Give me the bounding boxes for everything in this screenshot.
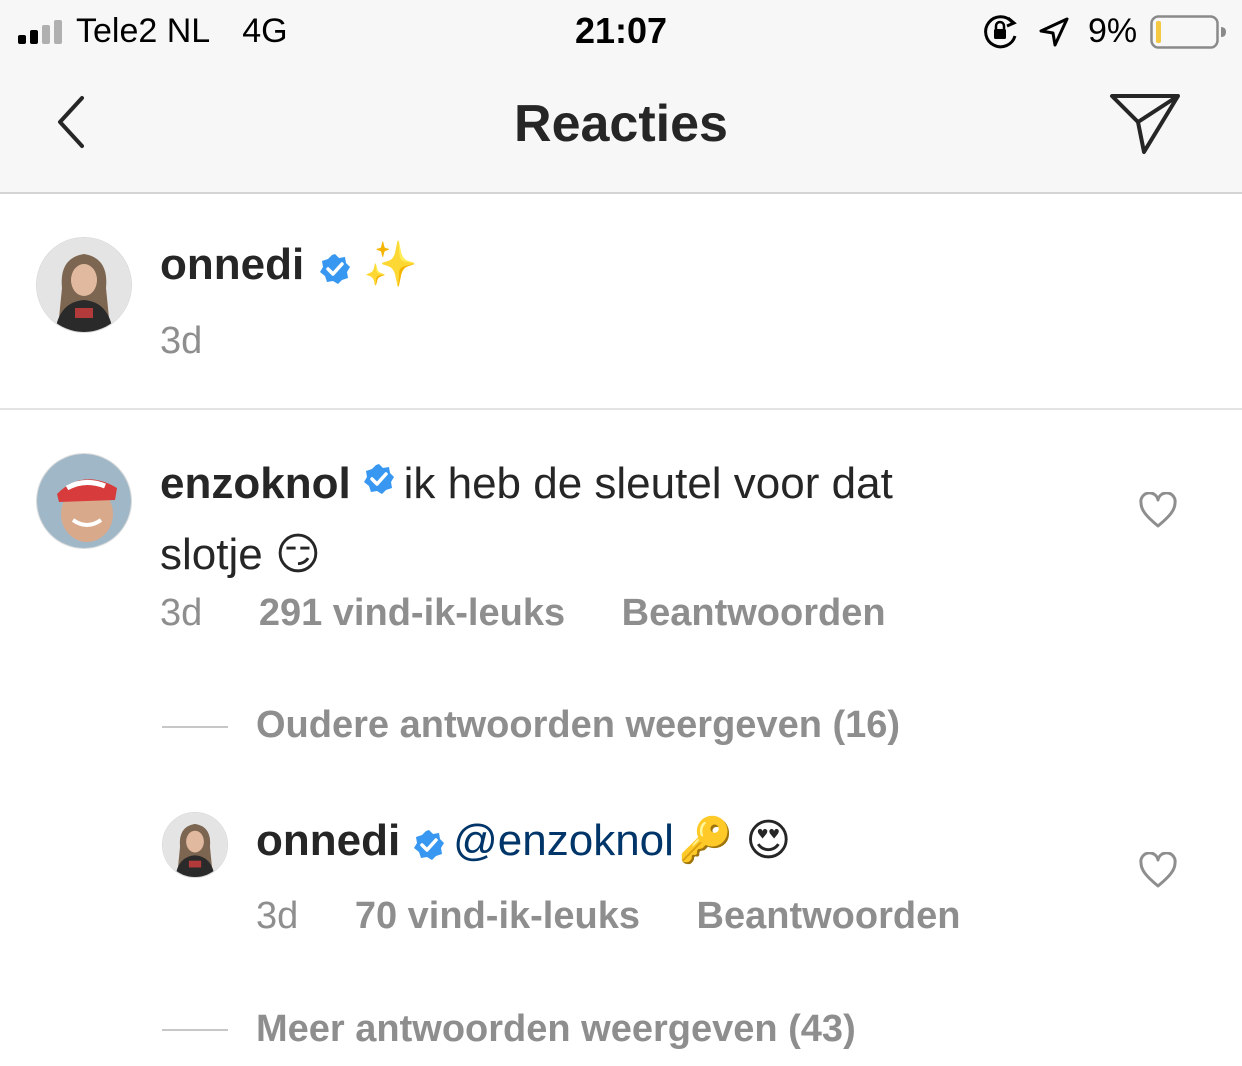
reply-emojis: 🔑 😍 [678, 816, 792, 865]
caption-username[interactable]: onnedi [160, 240, 304, 289]
comment-avatar[interactable] [36, 453, 132, 549]
reply-username[interactable]: onnedi [256, 816, 400, 865]
caption-header: onnedi ✨ [160, 238, 418, 296]
reply-mention-link[interactable]: @enzoknol [453, 816, 674, 865]
paper-plane-icon [1110, 94, 1180, 154]
comment-meta: 3d 291 vind-ik-leuks Beantwoorden [160, 592, 886, 635]
heart-icon [1139, 491, 1177, 528]
caption-avatar[interactable] [36, 237, 132, 333]
older-replies-button[interactable]: Oudere antwoorden weergeven (16) [256, 704, 900, 747]
more-replies-button[interactable]: Meer antwoorden weergeven (43) [256, 1008, 856, 1051]
divider [0, 408, 1242, 410]
caption-text: ✨ [363, 240, 418, 289]
reply-age: 3d [256, 895, 299, 937]
comment-text-line1: ik heb de sleutel voor dat [403, 459, 893, 508]
comment-text-line2: slotje 😏 [160, 529, 321, 579]
heart-icon [1139, 851, 1177, 888]
reply-likes[interactable]: 70 vind-ik-leuks [355, 895, 640, 937]
battery-icon [1150, 15, 1228, 49]
page-title: Reacties [514, 95, 728, 153]
reply-avatar[interactable] [162, 812, 228, 878]
comment-like-button[interactable] [1138, 491, 1178, 530]
comment-reply-button[interactable]: Beantwoorden [622, 592, 886, 634]
comment-body: enzoknol ik heb de sleutel voor dat slot… [160, 455, 1060, 594]
battery-percent: 9% [1088, 12, 1138, 50]
comment-age: 3d [160, 592, 203, 634]
reply-like-button[interactable] [1138, 851, 1178, 890]
comment-username[interactable]: enzoknol [160, 459, 351, 508]
comment-likes[interactable]: 291 vind-ik-leuks [259, 592, 565, 634]
reply-reply-button[interactable]: Beantwoorden [697, 895, 961, 937]
location-icon [1038, 16, 1070, 48]
share-button[interactable] [1104, 88, 1186, 160]
orientation-lock-icon [982, 14, 1022, 50]
reply-body: onnedi @enzoknol 🔑 😍 [256, 814, 791, 872]
verified-badge-icon [319, 253, 351, 290]
reply-meta: 3d 70 vind-ik-leuks Beantwoorden [256, 895, 960, 938]
thread-line [162, 726, 228, 728]
caption-age: 3d [160, 320, 203, 362]
verified-badge-icon [363, 462, 395, 520]
thread-line [162, 1029, 228, 1031]
verified-badge-icon [413, 829, 445, 866]
